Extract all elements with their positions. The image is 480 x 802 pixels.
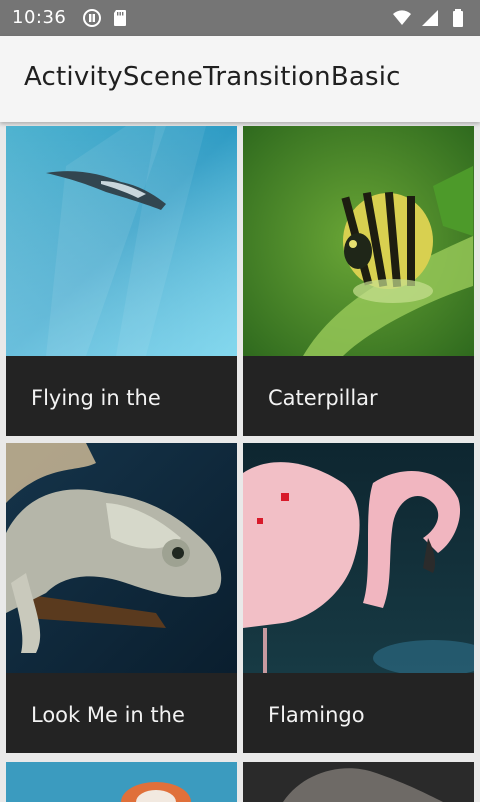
caterpillar-photo — [243, 126, 474, 356]
status-left-icons — [82, 8, 130, 28]
page-title: ActivitySceneTransitionBasic — [24, 62, 401, 92]
flying-squirrel-photo — [6, 126, 237, 356]
caption-bar: Flamingo — [243, 673, 474, 753]
notification-icon — [83, 9, 101, 27]
grid-item-caption: Flamingo — [268, 703, 365, 727]
cellular-signal-icon — [422, 10, 438, 26]
grid-item-flying[interactable]: Flying in the — [6, 126, 237, 436]
grid-item-chameleon[interactable]: Look Me in the — [6, 443, 237, 753]
app-bar: ActivitySceneTransitionBasic — [0, 36, 480, 122]
grid-item-partial-5[interactable] — [6, 762, 237, 802]
grid-item-caption: Caterpillar — [268, 386, 378, 410]
status-time: 10:36 — [12, 7, 67, 28]
partial-photo-5 — [6, 762, 237, 802]
status-right-icons — [392, 8, 468, 28]
grid-item-flamingo[interactable]: Flamingo — [243, 443, 474, 753]
wifi-icon — [393, 10, 411, 25]
partial-photo-6 — [243, 762, 474, 802]
chameleon-photo — [6, 443, 237, 673]
status-bar: 10:36 — [0, 0, 480, 36]
sd-card-icon — [114, 10, 126, 26]
caption-bar: Caterpillar — [243, 356, 474, 436]
caption-bar: Look Me in the — [6, 673, 237, 753]
grid-item-caption: Look Me in the — [31, 703, 185, 727]
caption-bar: Flying in the — [6, 356, 237, 436]
battery-icon — [453, 9, 463, 27]
flamingo-photo — [243, 443, 474, 673]
grid-item-caterpillar[interactable]: Caterpillar — [243, 126, 474, 436]
grid-item-caption: Flying in the — [31, 386, 161, 410]
grid-item-partial-6[interactable] — [243, 762, 474, 802]
